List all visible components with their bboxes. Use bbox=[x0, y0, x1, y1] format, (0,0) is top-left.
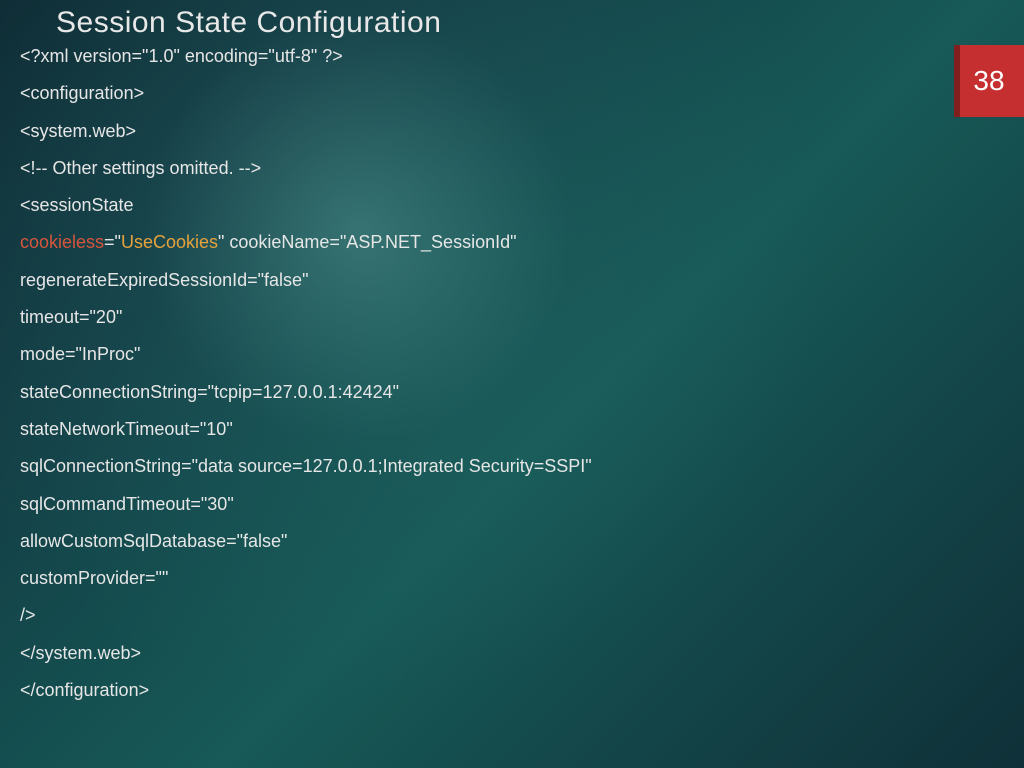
code-line: /> bbox=[20, 603, 924, 627]
code-line: stateNetworkTimeout="10" bbox=[20, 417, 924, 441]
code-line: </configuration> bbox=[20, 678, 924, 702]
highlight-attr: cookieless bbox=[20, 232, 104, 252]
code-line: <?xml version="1.0" encoding="utf-8" ?> bbox=[20, 44, 924, 68]
page-number-badge: 38 bbox=[954, 45, 1024, 117]
code-line: cookieless="UseCookies" cookieName="ASP.… bbox=[20, 230, 924, 254]
code-line: <configuration> bbox=[20, 81, 924, 105]
code-line: <!-- Other settings omitted. --> bbox=[20, 156, 924, 180]
highlight-value: UseCookies bbox=[121, 232, 218, 252]
slide-title: Session State Configuration bbox=[56, 6, 441, 40]
code-line: stateConnectionString="tcpip=127.0.0.1:4… bbox=[20, 380, 924, 404]
code-line: sqlConnectionString="data source=127.0.0… bbox=[20, 454, 924, 478]
code-text: =" bbox=[104, 232, 121, 252]
code-block: <?xml version="1.0" encoding="utf-8" ?> … bbox=[20, 44, 924, 715]
code-line: </system.web> bbox=[20, 641, 924, 665]
code-text: " cookieName="ASP.NET_SessionId" bbox=[218, 232, 517, 252]
code-line: mode="InProc" bbox=[20, 342, 924, 366]
code-line: timeout="20" bbox=[20, 305, 924, 329]
code-line: customProvider="" bbox=[20, 566, 924, 590]
code-line: <sessionState bbox=[20, 193, 924, 217]
code-line: <system.web> bbox=[20, 119, 924, 143]
page-number-text: 38 bbox=[973, 65, 1004, 97]
code-line: regenerateExpiredSessionId="false" bbox=[20, 268, 924, 292]
code-line: allowCustomSqlDatabase="false" bbox=[20, 529, 924, 553]
code-line: sqlCommandTimeout="30" bbox=[20, 492, 924, 516]
